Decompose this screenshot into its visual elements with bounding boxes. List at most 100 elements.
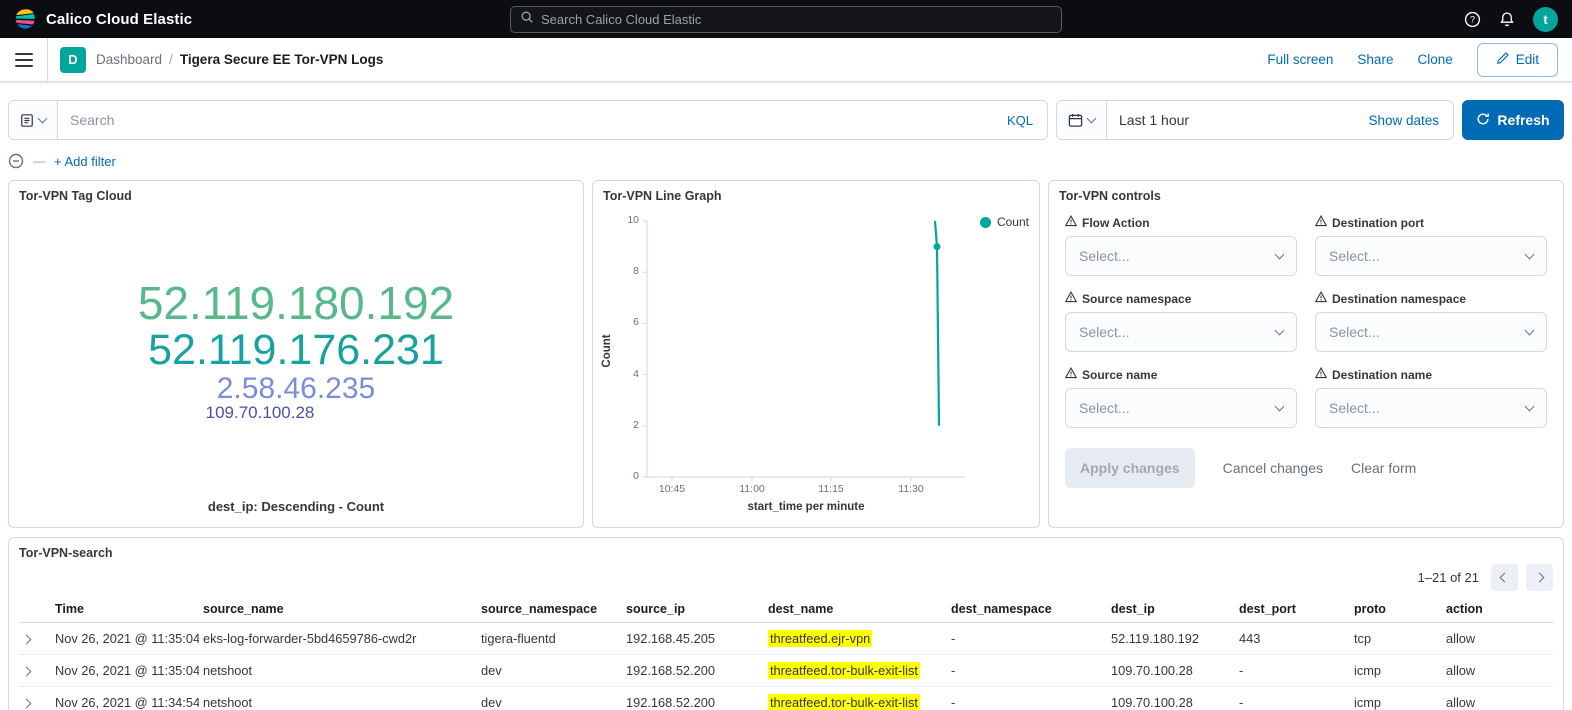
newsfeed-bell-icon[interactable]: [1499, 11, 1515, 27]
time-range-button[interactable]: Last 1 hour: [1107, 112, 1354, 128]
table-header-row: Time source_name source_namespace source…: [19, 596, 1553, 623]
destination-name-select[interactable]: Select...: [1315, 388, 1547, 428]
saved-query-icon: [20, 113, 34, 128]
top-bar: Calico Cloud Elastic ? t: [0, 0, 1572, 38]
line-chart-plot: [603, 207, 1035, 507]
pagination-prev-button[interactable]: [1491, 564, 1518, 591]
column-header-source-namespace[interactable]: source_namespace: [477, 596, 622, 623]
filter-options-icon[interactable]: [8, 153, 24, 169]
cell-source-ip: 192.168.52.200: [622, 687, 764, 710]
column-header-dest-port[interactable]: dest_port: [1235, 596, 1350, 623]
cell-action: allow: [1442, 623, 1553, 655]
tag-cloud-item[interactable]: 109.70.100.28: [206, 404, 315, 422]
cell-time: Nov 26, 2021 @ 11:34:54.000: [51, 687, 199, 710]
kql-query-input[interactable]: [58, 112, 993, 128]
menu-hamburger-icon[interactable]: [0, 38, 48, 81]
destination-port-select[interactable]: Select...: [1315, 236, 1547, 276]
cell-dest-namespace: -: [947, 655, 1107, 687]
cell-source-ip: 192.168.52.200: [622, 655, 764, 687]
cell-dest-port: 443: [1235, 623, 1350, 655]
column-header-dest-ip[interactable]: dest_ip: [1107, 596, 1235, 623]
edit-button[interactable]: Edit: [1477, 43, 1558, 77]
app-title: Calico Cloud Elastic: [46, 11, 192, 28]
tag-cloud-item[interactable]: 2.58.46.235: [217, 373, 375, 404]
global-search-input[interactable]: [541, 12, 1052, 27]
breadcrumb: Dashboard / Tigera Secure EE Tor-VPN Log…: [96, 52, 383, 67]
column-header-dest-name[interactable]: dest_name: [764, 596, 947, 623]
space-badge[interactable]: D: [60, 47, 86, 73]
cell-action: allow: [1442, 655, 1553, 687]
flow-action-select[interactable]: Select...: [1065, 236, 1297, 276]
destination-namespace-select[interactable]: Select...: [1315, 312, 1547, 352]
add-filter-button[interactable]: + Add filter: [54, 154, 116, 169]
cell-dest-name: threatfeed.tor-bulk-exit-list: [764, 655, 947, 687]
warning-icon: [1065, 215, 1077, 230]
share-button[interactable]: Share: [1357, 52, 1393, 67]
column-header-action[interactable]: action: [1442, 596, 1553, 623]
kql-search-bar: KQL: [8, 100, 1048, 140]
help-icon[interactable]: ?: [1464, 11, 1481, 28]
warning-icon: [1315, 367, 1327, 382]
chevron-down-icon: [1275, 250, 1285, 260]
user-avatar[interactable]: t: [1533, 7, 1558, 32]
column-header-source-name[interactable]: source_name: [199, 596, 477, 623]
column-header-proto[interactable]: proto: [1350, 596, 1442, 623]
kql-toggle[interactable]: KQL: [993, 113, 1047, 128]
pagination-next-button[interactable]: [1526, 564, 1553, 591]
filter-bar: — + Add filter: [8, 151, 1564, 171]
tag-cloud-item[interactable]: 52.119.180.192: [138, 280, 454, 328]
row-expand-button[interactable]: [19, 655, 51, 687]
cell-source-namespace: tigera-fluentd: [477, 623, 622, 655]
global-search[interactable]: [510, 6, 1062, 33]
row-expand-button[interactable]: [19, 623, 51, 655]
chart-legend[interactable]: Count: [980, 215, 1029, 229]
source-namespace-select[interactable]: Select...: [1065, 312, 1297, 352]
refresh-button[interactable]: Refresh: [1462, 100, 1564, 140]
panel-title: Tor-VPN controls: [1059, 189, 1553, 203]
chevron-left-icon: [1500, 573, 1510, 583]
row-expand-button[interactable]: [19, 687, 51, 710]
calendar-icon: [1068, 113, 1083, 128]
cell-dest-name: threatfeed.ejr-vpn: [764, 623, 947, 655]
panel-title: Tor-VPN Line Graph: [603, 189, 1029, 203]
chevron-down-icon: [1525, 250, 1535, 260]
show-dates-button[interactable]: Show dates: [1354, 113, 1453, 128]
column-header-dest-namespace[interactable]: dest_namespace: [947, 596, 1107, 623]
apply-changes-button[interactable]: Apply changes: [1065, 448, 1195, 488]
highlighted-value: threatfeed.ejr-vpn: [768, 630, 872, 647]
warning-icon: [1315, 215, 1327, 230]
saved-query-menu-button[interactable]: [9, 101, 58, 139]
control-field-flow-action: Flow Action Select...: [1065, 215, 1297, 276]
column-header-time[interactable]: Time: [51, 596, 199, 623]
tag-cloud-item[interactable]: 52.119.176.231: [148, 328, 444, 373]
cell-source-name: eks-log-forwarder-5bd4659786-cwd2r: [199, 623, 477, 655]
chevron-right-icon: [22, 699, 32, 709]
cell-dest-port: -: [1235, 655, 1350, 687]
chevron-right-icon: [1535, 573, 1545, 583]
column-header-source-ip[interactable]: source_ip: [622, 596, 764, 623]
cell-source-namespace: dev: [477, 655, 622, 687]
source-name-select[interactable]: Select...: [1065, 388, 1297, 428]
date-picker-menu-button[interactable]: [1057, 101, 1107, 139]
tag-cloud-panel: Tor-VPN Tag Cloud 52.119.180.192 52.119.…: [8, 180, 584, 528]
clear-form-button[interactable]: Clear form: [1351, 460, 1416, 476]
breadcrumb-separator: /: [169, 52, 173, 67]
control-field-source-name: Source name Select...: [1065, 367, 1297, 428]
full-screen-button[interactable]: Full screen: [1267, 52, 1333, 67]
page-title: Tigera Secure EE Tor-VPN Logs: [180, 52, 384, 67]
clone-button[interactable]: Clone: [1417, 52, 1452, 67]
x-axis-label: start_time per minute: [647, 501, 965, 513]
elastic-logo[interactable]: [14, 8, 36, 30]
date-picker: Last 1 hour Show dates: [1056, 100, 1454, 140]
chevron-right-icon: [22, 667, 32, 677]
cancel-changes-button[interactable]: Cancel changes: [1223, 460, 1323, 476]
tag-cloud: 52.119.180.192 52.119.176.231 2.58.46.23…: [19, 203, 573, 499]
line-graph-panel: Tor-VPN Line Graph Count 10 8 6 4 2 0 10…: [592, 180, 1040, 528]
breadcrumb-dashboard-link[interactable]: Dashboard: [96, 52, 162, 67]
results-table: Time source_name source_namespace source…: [19, 596, 1553, 710]
warning-icon: [1315, 291, 1327, 306]
cell-proto: icmp: [1350, 655, 1442, 687]
pencil-icon: [1496, 52, 1509, 68]
warning-icon: [1065, 291, 1077, 306]
chevron-down-icon: [1525, 326, 1535, 336]
